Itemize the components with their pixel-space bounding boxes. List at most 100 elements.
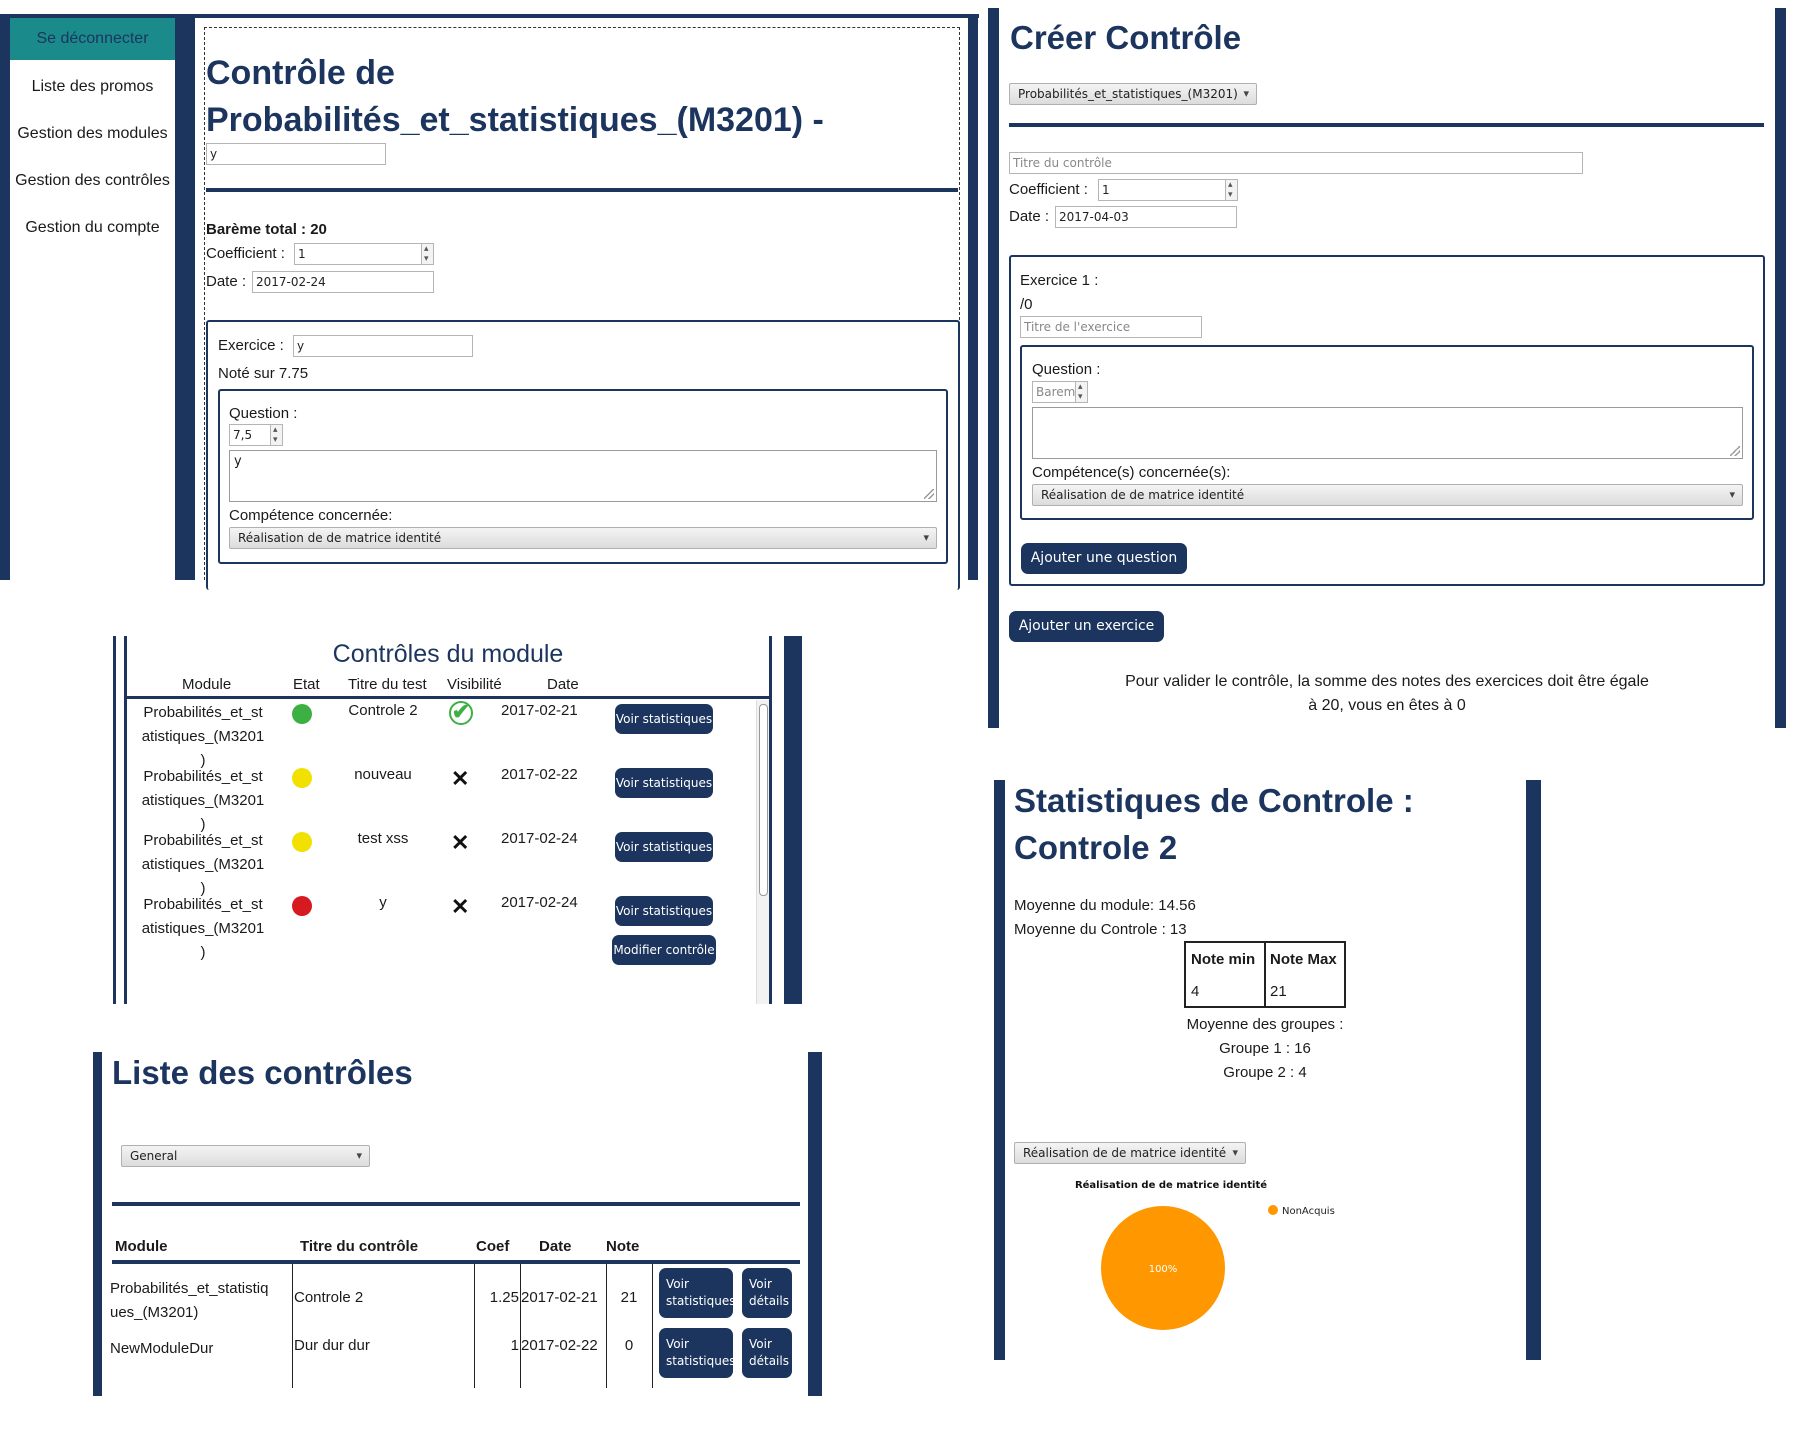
sidebar-item-modules[interactable]: Gestion des modules — [10, 125, 175, 143]
coef-input[interactable]: 1 — [1098, 179, 1238, 201]
btn-line: Voir — [749, 1277, 772, 1292]
date-value: 2017-02-21 — [521, 1289, 598, 1306]
resize-grip-icon[interactable] — [924, 489, 934, 499]
exercise-score: /0 — [1020, 296, 1033, 313]
controle-title-input[interactable]: y — [206, 143, 386, 165]
module-line: Probabilités_et_st — [143, 896, 263, 913]
col-module: Module — [182, 676, 232, 693]
pie-chart: Réalisation de de matrice identité 100% … — [1075, 1179, 1335, 1330]
view-stats-button[interactable]: Voir statistiques — [615, 704, 713, 734]
test-title: test xss — [357, 830, 409, 847]
section-title: Contrôles du module — [332, 640, 564, 668]
spin-arrows-icon[interactable] — [421, 244, 433, 264]
sidebar-divider — [175, 18, 195, 580]
col-module: Module — [115, 1238, 168, 1255]
groupe-2: Groupe 2 : 4 — [1223, 1064, 1307, 1081]
module-line: NewModuleDur — [110, 1340, 214, 1357]
scrollbar[interactable] — [756, 700, 769, 1004]
moyenne-module: Moyenne du module: 14.56 — [1014, 897, 1196, 914]
question-textarea[interactable]: y — [229, 450, 937, 502]
module-filter-select[interactable]: General — [121, 1145, 370, 1167]
module-line: ues_(M3201) — [110, 1304, 199, 1321]
exercise-title-input[interactable]: y — [293, 335, 473, 357]
coef-label: Coefficient : — [1009, 181, 1088, 198]
coef-label: Coefficient : — [206, 245, 285, 262]
module-line: atistiques_(M3201 — [141, 920, 265, 937]
module-line: Probabilités_et_st — [143, 704, 263, 721]
test-title: y — [379, 894, 387, 911]
exercise-title-input[interactable]: Titre de l'exercice — [1020, 316, 1202, 338]
module-select[interactable]: Probabilités_et_statistiques_(M3201) — [1009, 83, 1257, 105]
view-details-button[interactable]: Voir détails — [742, 1328, 792, 1378]
moyenne-controle: Moyenne du Controle : 13 — [1014, 921, 1187, 938]
spin-arrows-icon[interactable] — [270, 425, 282, 445]
bareme-total: Barème total : 20 — [206, 221, 327, 238]
date-input[interactable]: 2017-02-24 — [252, 271, 434, 293]
logout-button[interactable]: Se déconnecter — [10, 18, 175, 60]
divider — [206, 188, 958, 192]
right-border — [808, 1052, 822, 1396]
note-max-value: 21 — [1270, 983, 1287, 1000]
status-yellow-icon — [292, 832, 312, 852]
resize-grip-icon[interactable] — [1730, 446, 1740, 456]
btn-line: Voir — [666, 1277, 689, 1292]
right-border — [1526, 780, 1541, 1360]
view-stats-button[interactable]: Voir statistiques — [615, 896, 713, 926]
exercise-label: Exercice 1 : — [1020, 272, 1099, 289]
module-line: atistiques_(M3201 — [141, 856, 265, 873]
view-stats-button[interactable]: Voir statistiques — [659, 1328, 736, 1378]
scrollbar-thumb[interactable] — [759, 704, 768, 896]
col-titre: Titre du test — [348, 676, 427, 693]
add-exercise-button[interactable]: Ajouter un exercice — [1009, 611, 1164, 642]
spin-arrows-icon[interactable] — [1225, 180, 1237, 200]
sidebar-item-controles[interactable]: Gestion des contrôles — [10, 172, 175, 190]
legend-label[interactable]: NonAcquis — [1282, 1206, 1335, 1217]
exercise-label: Exercice : — [218, 337, 284, 354]
view-stats-button[interactable]: Voir statistiques — [615, 768, 713, 798]
edit-controle-button[interactable]: Modifier contrôle — [612, 935, 716, 965]
sidebar-item-promos[interactable]: Liste des promos — [10, 78, 175, 96]
right-border — [784, 636, 802, 1004]
btn-line: Voir — [666, 1337, 689, 1352]
btn-line: statistiques — [666, 1354, 736, 1368]
controle-title-input[interactable]: Titre du contrôle — [1009, 152, 1583, 174]
col-sep — [606, 1264, 607, 1388]
add-question-button[interactable]: Ajouter une question — [1021, 543, 1187, 574]
question-label: Question : — [229, 405, 298, 422]
bareme-input[interactable]: Bareme — [1032, 381, 1088, 403]
view-stats-button[interactable]: Voir statistiques — [659, 1268, 736, 1318]
question-textarea[interactable] — [1032, 407, 1743, 459]
test-date: 2017-02-24 — [501, 894, 578, 911]
page-title-line2: Probabilités_et_statistiques_(M3201) - — [206, 101, 824, 139]
view-stats-button[interactable]: Voir statistiques — [615, 832, 713, 862]
test-title: Controle 2 — [348, 702, 418, 719]
status-green-icon — [292, 704, 312, 724]
competence-select[interactable]: Réalisation de de matrice identité — [1014, 1142, 1246, 1164]
btn-line: statistiques — [666, 1294, 736, 1308]
sidebar-item-compte[interactable]: Gestion du compte — [10, 219, 175, 237]
notes-table: Note min Note Max 4 21 — [1184, 941, 1346, 1008]
question-points-input[interactable]: 7,5 — [229, 424, 283, 446]
coef-input[interactable]: 1 — [294, 243, 434, 265]
coef-value: 1.25 — [489, 1289, 519, 1306]
test-title: nouveau — [354, 766, 412, 783]
groupes-label: Moyenne des groupes : — [1186, 1016, 1344, 1033]
left-border — [113, 636, 116, 1004]
legend-swatch[interactable] — [1268, 1205, 1278, 1215]
col-etat: Etat — [293, 676, 320, 693]
hidden-x-icon: ✕ — [451, 894, 470, 919]
date-input[interactable]: 2017-04-03 — [1055, 206, 1237, 228]
view-details-button[interactable]: Voir détails — [742, 1268, 792, 1318]
visible-check-icon: ✔ — [449, 701, 473, 725]
question-label: Question : — [1032, 361, 1101, 378]
table-sep — [1264, 943, 1266, 1006]
page-title-line1: Statistiques de Controle : — [1014, 782, 1414, 819]
col-coef: Coef — [476, 1238, 510, 1255]
competence-select[interactable]: Réalisation de de matrice identité — [229, 527, 937, 549]
module-line: ) — [200, 944, 206, 961]
competence-select[interactable]: Réalisation de de matrice identité — [1032, 484, 1743, 506]
page-title-line2: Controle 2 — [1014, 829, 1178, 866]
module-line: Probabilités_et_st — [143, 832, 263, 849]
module-name: Probabilités_et_statistiques_(M3201) — [138, 829, 268, 901]
spin-arrows-icon[interactable] — [1075, 382, 1087, 402]
